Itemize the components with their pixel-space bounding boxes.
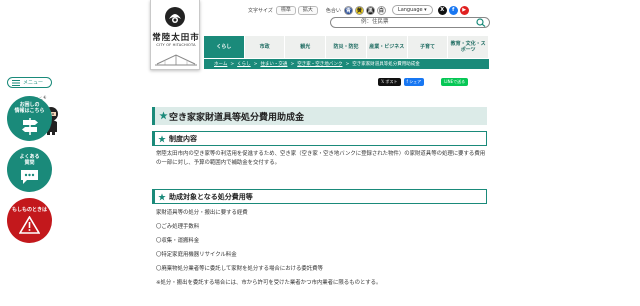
- city-emblem-icon: [165, 7, 185, 27]
- faq-label-2: 質問: [24, 160, 35, 166]
- breadcrumb-separator: >: [290, 61, 295, 67]
- logo-bridge-icon: [155, 54, 197, 66]
- youtube-icon[interactable]: ▶: [459, 5, 469, 15]
- chat-bubble-icon: [21, 170, 38, 184]
- lost-info-button[interactable]: お困しの 情報はこちら: [7, 96, 52, 141]
- city-logo[interactable]: 常陸太田市 CITY OF HITACHIOTA: [150, 0, 200, 70]
- section-heading-overview-text: 制度内容: [169, 134, 197, 143]
- star-icon: [158, 135, 166, 143]
- nav-shisei[interactable]: 市政: [244, 36, 286, 58]
- menu-label: メニュー: [23, 80, 44, 86]
- warning-icon: [19, 216, 40, 234]
- global-nav: くらし 市政 観光 防災・防犯 産業・ビジネス 子育て 教育・文化・スポーツ: [204, 36, 490, 58]
- breadcrumb: ホーム > くらし > 住まい・交通 > 空き家・空き地バンク > 空き家家財道具等処分…: [214, 60, 423, 68]
- color-label: 色合い: [325, 7, 341, 14]
- eligible-cost-line: 〇廃棄物処分業者等に委託して家財を処分する場合における委託費等: [156, 266, 323, 272]
- facebook-share-label: シェア: [409, 79, 422, 84]
- section-heading-eligible-costs-text: 助成対象となる処分費用等: [169, 192, 253, 201]
- color-black-button[interactable]: 黒: [365, 5, 375, 15]
- emergency-label: もしものときは: [11, 207, 47, 213]
- x-icon[interactable]: X: [437, 5, 447, 15]
- lost-info-label-2: 情報はこちら: [14, 108, 45, 114]
- breadcrumb-home[interactable]: ホーム: [214, 61, 227, 67]
- star-icon: [159, 111, 168, 120]
- breadcrumb-separator: >: [230, 61, 235, 67]
- eligible-cost-note: ※処分・搬出を委託する場合には、市から許可を受けた業者かつ市内業者に限るものとす…: [156, 280, 382, 286]
- nav-kurashi[interactable]: くらし: [204, 36, 245, 58]
- overview-paragraph: 常陸太田市内の空き家等の利活用を促進するため、空き家（空き家・空き地バンクに登録…: [156, 151, 486, 166]
- facebook-icon[interactable]: f: [448, 5, 458, 15]
- emergency-button[interactable]: もしものときは: [7, 198, 52, 243]
- search-input[interactable]: 例：住民票: [330, 17, 490, 28]
- faq-button[interactable]: よくある 質問: [7, 147, 52, 192]
- color-blue-button[interactable]: 青: [343, 5, 353, 15]
- breadcrumb-separator: >: [253, 61, 258, 67]
- nav-kyoiku[interactable]: 教育・文化・スポーツ: [448, 36, 490, 58]
- page-title: 空き家家財道具等処分費用助成金: [152, 107, 487, 125]
- eligible-cost-line: 〇特定家庭用機器リサイクル料金: [156, 252, 237, 258]
- nav-kanko[interactable]: 観光: [285, 36, 327, 58]
- eligible-cost-line: 家財道具等の処分・搬出に要する経費: [156, 210, 248, 216]
- color-yellow-button[interactable]: 黄: [354, 5, 364, 15]
- signpost-icon: [22, 118, 38, 135]
- search-icon[interactable]: [475, 18, 487, 27]
- nav-bosai[interactable]: 防災・防犯: [326, 36, 367, 58]
- language-select[interactable]: Language ▾: [391, 5, 433, 15]
- page-title-text: 空き家家財道具等処分費用助成金: [169, 112, 305, 123]
- breadcrumb-akiya-bank[interactable]: 空き家・空き地バンク: [297, 61, 342, 67]
- eligible-cost-line: 〇ごみ処理手数料: [156, 224, 200, 230]
- font-size-label: 文字サイズ: [248, 7, 273, 14]
- line-share-button[interactable]: LINEで送る: [441, 78, 469, 86]
- logo-title: 常陸太田市: [152, 33, 200, 43]
- x-post-button[interactable]: 𝕏 ポスト: [378, 78, 401, 86]
- color-white-button[interactable]: 白: [376, 5, 386, 15]
- font-size-large-button[interactable]: 拡大: [297, 5, 318, 15]
- language-label: Language: [397, 7, 423, 13]
- share-buttons: 𝕏 ポスト f シェア LINEで送る: [378, 78, 471, 86]
- eligible-cost-line: 〇収集・運搬料金: [156, 238, 200, 244]
- section-heading-overview: 制度内容: [152, 131, 487, 146]
- facebook-share-button[interactable]: f シェア: [403, 78, 425, 86]
- nav-sangyo[interactable]: 産業・ビジネス: [366, 36, 408, 58]
- logo-subtitle: CITY OF HITACHIOTA: [156, 43, 196, 47]
- star-icon: [158, 193, 166, 201]
- breadcrumb-current: 空き家家財道具等処分費用助成金: [352, 62, 420, 67]
- hamburger-icon: [12, 79, 20, 86]
- font-size-standard-button[interactable]: 標準: [275, 5, 296, 15]
- x-post-label: ポスト: [385, 79, 398, 84]
- menu-button[interactable]: メニュー: [7, 77, 52, 88]
- breadcrumb-separator: >: [345, 61, 350, 67]
- section-heading-eligible-costs: 助成対象となる処分費用等: [152, 189, 487, 204]
- nav-kosodate[interactable]: 子育て: [407, 36, 449, 58]
- breadcrumb-kurashi[interactable]: くらし: [237, 61, 251, 67]
- breadcrumb-sumai[interactable]: 住まい・交通: [260, 61, 287, 67]
- utility-bar: 文字サイズ 標準 拡大 色合い 青 黄 黒 白 Language ▾ X f ▶: [248, 5, 469, 15]
